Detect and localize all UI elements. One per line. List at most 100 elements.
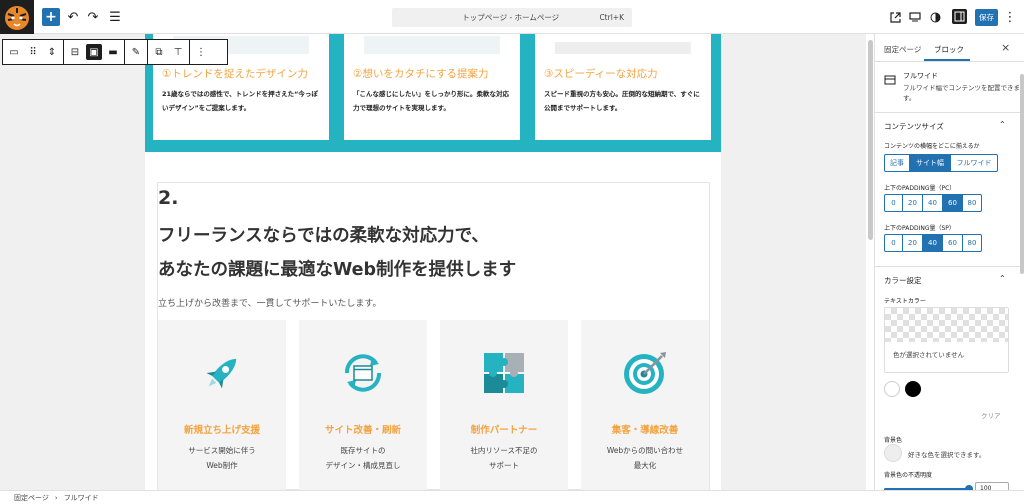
- block-icon: [884, 70, 896, 89]
- tab-page[interactable]: 固定ページ: [884, 44, 921, 55]
- color-swatch-white[interactable]: [884, 381, 900, 397]
- pencil-icon[interactable]: ✎: [128, 44, 144, 60]
- style-contrast-icon[interactable]: [928, 7, 942, 27]
- document-title: トップページ - ホームページ: [462, 13, 560, 22]
- service-desc: 既存サイトの デザイン・構成見直し: [299, 443, 427, 473]
- text-color-label: テキストカラー: [884, 298, 926, 305]
- feature-card[interactable]: ③スピーディーな対応力 スピード重視の方も安心。圧倒的な短納期で、すぐに公開まで…: [535, 34, 711, 140]
- padding-sp-option[interactable]: 60: [943, 235, 963, 251]
- align-full-icon[interactable]: ▬: [105, 44, 121, 60]
- features-section[interactable]: ①トレンドを捉えたデザイン力 21歳ならではの感性で、トレンドを押さえた“今っぽ…: [145, 34, 721, 152]
- card-body: 21歳ならではの感性で、トレンドを押さえた“今っぽいデザイン”をご提案します。: [162, 90, 318, 112]
- tab-block[interactable]: ブロック: [934, 44, 964, 55]
- feature-card[interactable]: ②想いをカタチにする提案力 「こんな感じにしたい」をしっかり形に。柔軟な対応力で…: [344, 34, 520, 140]
- card-title: ②想いをカタチにする提案力: [353, 68, 489, 80]
- drag-handle-icon[interactable]: ⠿: [25, 44, 41, 60]
- service-desc-line: Web制作: [206, 461, 238, 470]
- padding-sp-toggle: 0 20 40 60 80: [884, 234, 982, 252]
- service-box[interactable]: 新規立ち上げ支援 サービス開始に伴う Web制作: [158, 320, 286, 490]
- content-size-heading[interactable]: コンテンツサイズ: [884, 121, 944, 132]
- more-options-icon[interactable]: ⋮: [193, 44, 209, 60]
- list-view-button[interactable]: ☰: [108, 7, 122, 27]
- view-external-icon[interactable]: [888, 7, 902, 27]
- sidebar-tabs: 固定ページ ブロック ×: [875, 34, 1024, 62]
- move-updown-icon[interactable]: ⇕: [44, 44, 60, 60]
- rocket-icon: [197, 348, 247, 398]
- editor-canvas: ①トレンドを捉えたデザイン力 21歳ならではの感性で、トレンドを押さえた“今っぽ…: [0, 34, 866, 490]
- service-title: 制作パートナー: [470, 425, 538, 436]
- card-image: [364, 36, 500, 54]
- settings-sidebar: 固定ページ ブロック × フルワイド フルワイド幅でコンテンツを配置できます。 …: [874, 34, 1024, 490]
- card-title: ①トレンドを捉えたデザイン力: [162, 68, 308, 80]
- divider: [875, 112, 1024, 113]
- padding-pc-label: 上下のPADDING量（PC）: [884, 185, 956, 192]
- bg-color-swatch[interactable]: [884, 444, 902, 462]
- paint-roller-icon[interactable]: ⊤: [170, 44, 186, 60]
- close-sidebar-button[interactable]: ×: [1001, 41, 1010, 54]
- chevron-up-icon[interactable]: ⌃: [999, 120, 1006, 129]
- width-option-site[interactable]: サイト幅: [910, 155, 951, 171]
- padding-pc-option[interactable]: 0: [885, 195, 903, 211]
- service-desc-line: 最大化: [633, 461, 657, 470]
- padding-pc-option[interactable]: 40: [923, 195, 943, 211]
- redo-button[interactable]: ↷: [86, 7, 100, 27]
- width-option-article[interactable]: 記事: [885, 155, 910, 171]
- editor-top-bar: + ↶ ↷ ☰ トップページ - ホームページ Ctrl+K 保存 ⋮: [0, 0, 1024, 34]
- settings-sidebar-toggle[interactable]: [952, 9, 967, 24]
- command-palette-button[interactable]: トップページ - ホームページ Ctrl+K: [392, 8, 632, 27]
- bg-color-label: 背景色: [884, 437, 903, 444]
- padding-pc-option[interactable]: 60: [943, 195, 963, 211]
- section-number[interactable]: 2.: [158, 187, 178, 209]
- clear-button[interactable]: クリア: [981, 410, 1001, 420]
- align-wide-icon[interactable]: ▣: [86, 44, 102, 60]
- padding-sp-option[interactable]: 20: [903, 235, 923, 251]
- site-logo[interactable]: [0, 0, 34, 34]
- service-box[interactable]: 集客・導線改善 Webからの問い合わせ 最大化: [581, 320, 709, 490]
- divider: [875, 266, 1024, 267]
- padding-sp-option[interactable]: 80: [963, 235, 981, 251]
- refresh-browser-icon: [338, 348, 388, 398]
- section-subtext[interactable]: 立ち上げから改善まで、一貫してサポートいたします。: [158, 296, 381, 309]
- service-title: 集客・導線改善: [611, 425, 679, 436]
- section-heading-line1[interactable]: フリーランスならではの柔軟な対応力で、: [158, 222, 489, 247]
- color-swatch-black[interactable]: [905, 381, 921, 397]
- block-name: フルワイド: [903, 72, 938, 80]
- breadcrumb-block[interactable]: フルワイド: [64, 493, 99, 503]
- canvas-scrollbar[interactable]: [868, 40, 873, 240]
- text-color-picker[interactable]: 色が選択されていません: [884, 307, 1009, 373]
- width-option-full[interactable]: フルワイド: [951, 155, 997, 171]
- service-desc-line: デザイン・構成見直し: [325, 461, 401, 470]
- undo-button[interactable]: ↶: [66, 7, 80, 27]
- breadcrumb-separator: ›: [54, 493, 58, 502]
- tools-group: ⧉ ⊤: [148, 40, 190, 64]
- bg-opacity-label: 背景色の不透明度: [884, 472, 933, 479]
- tab-indicator: [924, 59, 970, 61]
- card-title: ③スピーディーな対応力: [544, 68, 658, 80]
- bg-color-hint: 好きな色を選択できます。: [908, 451, 986, 459]
- block-description: フルワイド幅でコンテンツを配置できます。: [903, 84, 1020, 102]
- content-width-label: コンテンツの横幅をどこに揃えるか: [884, 143, 980, 150]
- options-menu-button[interactable]: ⋮: [1004, 7, 1017, 27]
- padding-sp-option[interactable]: 40: [923, 235, 943, 251]
- service-desc-line: サポート: [489, 461, 519, 470]
- padding-pc-option[interactable]: 20: [903, 195, 923, 211]
- service-title: 新規立ち上げ支援: [183, 425, 260, 436]
- align-none-icon[interactable]: ⊟: [67, 44, 83, 60]
- section-heading-line2[interactable]: あなたの課題に最適なWeb制作を提供します: [158, 256, 516, 281]
- preview-device-icon[interactable]: [908, 7, 922, 27]
- sidebar-scrollbar[interactable]: [1020, 74, 1024, 274]
- service-box[interactable]: サイト改善・刷新 既存サイトの デザイン・構成見直し: [299, 320, 427, 490]
- device-visibility-icon[interactable]: ⧉: [151, 44, 167, 60]
- opacity-input[interactable]: 100: [975, 482, 1009, 490]
- service-box[interactable]: 制作パートナー 社内リソース不足の サポート: [440, 320, 568, 490]
- save-button[interactable]: 保存: [975, 9, 998, 26]
- padding-sp-option[interactable]: 0: [885, 235, 903, 251]
- color-settings-heading[interactable]: カラー設定: [884, 275, 922, 286]
- add-block-button[interactable]: +: [42, 8, 60, 26]
- block-type-icon[interactable]: ▭: [6, 44, 22, 60]
- padding-pc-option[interactable]: 80: [963, 195, 981, 211]
- chevron-up-icon[interactable]: ⌃: [999, 274, 1006, 283]
- service-desc-line: Webからの問い合わせ: [606, 446, 684, 455]
- breadcrumb-page[interactable]: 固定ページ: [14, 493, 49, 503]
- padding-sp-label: 上下のPADDING量（SP）: [884, 225, 955, 232]
